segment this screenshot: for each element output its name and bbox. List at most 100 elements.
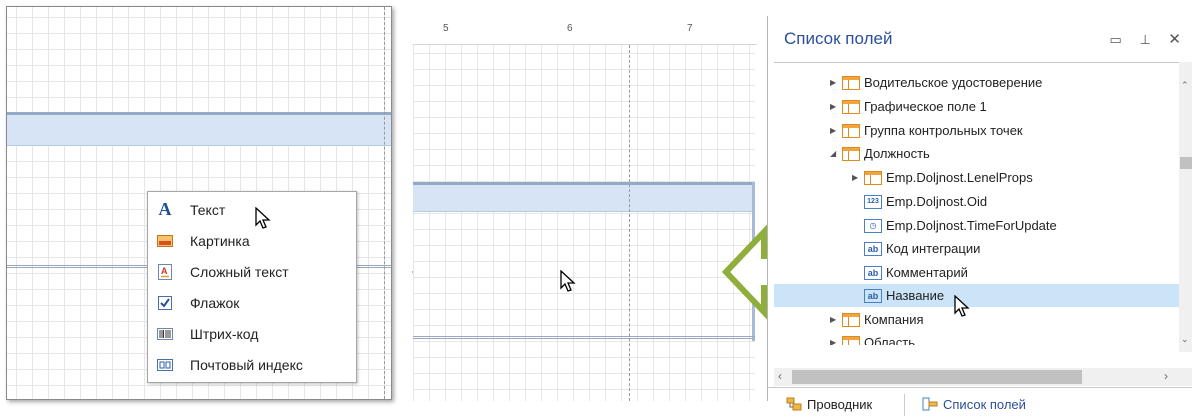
field-list-icon bbox=[922, 397, 938, 411]
toolbox-item-checkbox[interactable]: Флажок bbox=[148, 287, 356, 318]
tree-item[interactable]: ▶ Группа контрольных точек bbox=[830, 119, 1023, 142]
panel-tabs: Проводник Список полей bbox=[768, 387, 1192, 420]
panel-title: Список полей bbox=[784, 29, 893, 48]
vertical-scrollbar[interactable]: ⌃ ⌄ bbox=[1179, 62, 1192, 352]
tree-item-label: Группа контрольных точек bbox=[864, 123, 1023, 138]
checkbox-icon bbox=[157, 295, 173, 311]
tab-explorer[interactable]: Проводник bbox=[786, 388, 872, 420]
rich-text-icon: A bbox=[157, 263, 173, 280]
report-designer-left[interactable]: A Текст Картинка A Сложный текст Флажок bbox=[6, 6, 392, 400]
tree-item[interactable]: ▶ Emp.Doljnost.LenelProps bbox=[852, 166, 1033, 189]
report-designer-middle[interactable] bbox=[413, 45, 755, 401]
tab-label: Список полей bbox=[943, 396, 1026, 412]
explorer-icon bbox=[786, 397, 802, 411]
page-margin-line bbox=[629, 45, 630, 401]
tree-item-label: Комментарий bbox=[886, 265, 968, 280]
table-icon bbox=[864, 170, 882, 185]
report-band[interactable] bbox=[7, 112, 391, 146]
tree-item-label: Графическое поле 1 bbox=[864, 99, 987, 114]
toolbox-item-text[interactable]: A Текст bbox=[148, 194, 356, 225]
table-icon bbox=[842, 312, 860, 327]
mouse-cursor-icon bbox=[560, 270, 576, 292]
toolbox-item-label: Штрих-код bbox=[190, 325, 259, 342]
svg-text:A: A bbox=[161, 266, 168, 276]
string-field-icon: ab bbox=[864, 241, 882, 256]
tree-item-label: Код интеграции bbox=[886, 241, 981, 256]
tree-item[interactable]: ▶ Водительское удостоверение bbox=[830, 71, 1042, 94]
collapse-arrow-icon[interactable]: ◢ bbox=[830, 149, 842, 158]
toolbox-item-picture[interactable]: Картинка bbox=[148, 225, 356, 256]
tree-item-label: Компания bbox=[864, 312, 924, 327]
report-band[interactable] bbox=[413, 182, 755, 212]
string-field-icon: ab bbox=[864, 265, 882, 280]
text-icon: A bbox=[158, 199, 172, 219]
scrollbar-thumb[interactable] bbox=[792, 370, 1082, 384]
barcode-icon bbox=[157, 326, 173, 342]
zipcode-icon bbox=[157, 357, 173, 373]
tree-item-label: Область bbox=[864, 335, 916, 345]
toolbox-item-barcode[interactable]: Штрих-код bbox=[148, 318, 356, 349]
scroll-down-icon[interactable]: ⌄ bbox=[1181, 334, 1189, 345]
tree-item[interactable]: ◷ Emp.Doljnost.TimeForUpdate bbox=[864, 214, 1057, 237]
expand-arrow-icon[interactable]: ▶ bbox=[830, 126, 842, 135]
tree-item[interactable]: ▶ Компания bbox=[830, 308, 924, 331]
band-separator bbox=[413, 336, 755, 339]
table-icon bbox=[842, 99, 860, 114]
table-icon bbox=[842, 123, 860, 138]
toolbox-context-menu: A Текст Картинка A Сложный текст Флажок bbox=[147, 191, 357, 383]
field-list-panel: Список полей ▭ ⊥ ✕ ▶ Водительское удосто… bbox=[767, 16, 1192, 420]
toolbox-item-label: Текст bbox=[190, 201, 226, 218]
ruler-mark: 5 bbox=[443, 23, 449, 34]
table-icon bbox=[842, 75, 860, 90]
clock-field-icon: ◷ bbox=[864, 218, 882, 233]
toolbox-item-label: Почтовый индекс bbox=[190, 356, 303, 373]
tree-item-label: Водительское удостоверение bbox=[864, 75, 1043, 90]
tab-label: Проводник bbox=[807, 396, 873, 412]
toolbox-item-label: Картинка bbox=[190, 232, 250, 249]
tree-item[interactable]: ▶ Графическое поле 1 bbox=[830, 95, 987, 118]
expand-arrow-icon[interactable]: ▶ bbox=[830, 102, 842, 111]
field-tree[interactable]: ▶ Водительское удостоверение ▶ Графическ… bbox=[774, 62, 1181, 345]
expand-arrow-icon[interactable]: ▶ bbox=[830, 315, 842, 324]
picture-icon bbox=[157, 233, 173, 249]
ruler-mark: 7 bbox=[687, 23, 693, 34]
tab-divider bbox=[904, 394, 905, 416]
pin-icon[interactable]: ⊥ bbox=[1139, 32, 1150, 47]
tree-item-label: Должность bbox=[864, 146, 930, 161]
tree-item-label: Название bbox=[886, 288, 945, 303]
toolbox-item-rich-text[interactable]: A Сложный текст bbox=[148, 256, 356, 287]
scroll-right-icon[interactable]: › bbox=[1164, 369, 1168, 383]
tree-item[interactable]: ab Код интеграции bbox=[864, 237, 980, 260]
ruler-mark: 6 bbox=[567, 23, 573, 34]
scroll-up-icon[interactable]: ⌃ bbox=[1181, 80, 1189, 91]
horizontal-ruler: 5 6 7 bbox=[413, 20, 757, 45]
tree-item-label: Emp.Doljnost.Oid bbox=[886, 194, 988, 209]
expand-arrow-icon[interactable]: ▶ bbox=[830, 338, 842, 345]
string-field-icon: ab bbox=[864, 288, 882, 303]
table-icon bbox=[842, 146, 860, 161]
tree-item-selected[interactable]: ab Название bbox=[774, 284, 1181, 307]
scrollbar-thumb[interactable] bbox=[1180, 157, 1192, 169]
mouse-cursor-icon bbox=[255, 207, 271, 229]
tree-item[interactable]: ◢ Должность bbox=[830, 142, 930, 165]
tree-item[interactable]: ▶ Область bbox=[830, 331, 915, 345]
expand-arrow-icon[interactable]: ▶ bbox=[852, 173, 864, 182]
number-field-icon: 123 bbox=[864, 194, 882, 209]
tree-item-label: Emp.Doljnost.TimeForUpdate bbox=[886, 218, 1057, 233]
tree-item-label: Emp.Doljnost.LenelProps bbox=[886, 170, 1033, 185]
tree-item[interactable]: 123 Emp.Doljnost.Oid bbox=[864, 190, 987, 213]
tree-item[interactable]: ab Комментарий bbox=[864, 261, 968, 284]
expand-arrow-icon[interactable]: ▶ bbox=[830, 78, 842, 87]
page-margin-line bbox=[384, 7, 385, 399]
table-icon bbox=[842, 335, 860, 345]
toolbox-item-label: Флажок bbox=[190, 294, 240, 311]
close-icon[interactable]: ✕ bbox=[1168, 31, 1181, 48]
toolbox-item-zipcode[interactable]: Почтовый индекс bbox=[148, 349, 356, 380]
scroll-left-icon[interactable]: ‹ bbox=[778, 369, 782, 383]
horizontal-scrollbar[interactable]: ‹ › bbox=[774, 368, 1192, 386]
mouse-cursor-icon bbox=[954, 295, 970, 317]
tab-field-list[interactable]: Список полей bbox=[922, 388, 1026, 420]
toolbox-item-label: Сложный текст bbox=[190, 263, 289, 280]
panel-header: Список полей ▭ ⊥ ✕ bbox=[768, 16, 1192, 62]
maximize-icon[interactable]: ▭ bbox=[1110, 32, 1122, 47]
